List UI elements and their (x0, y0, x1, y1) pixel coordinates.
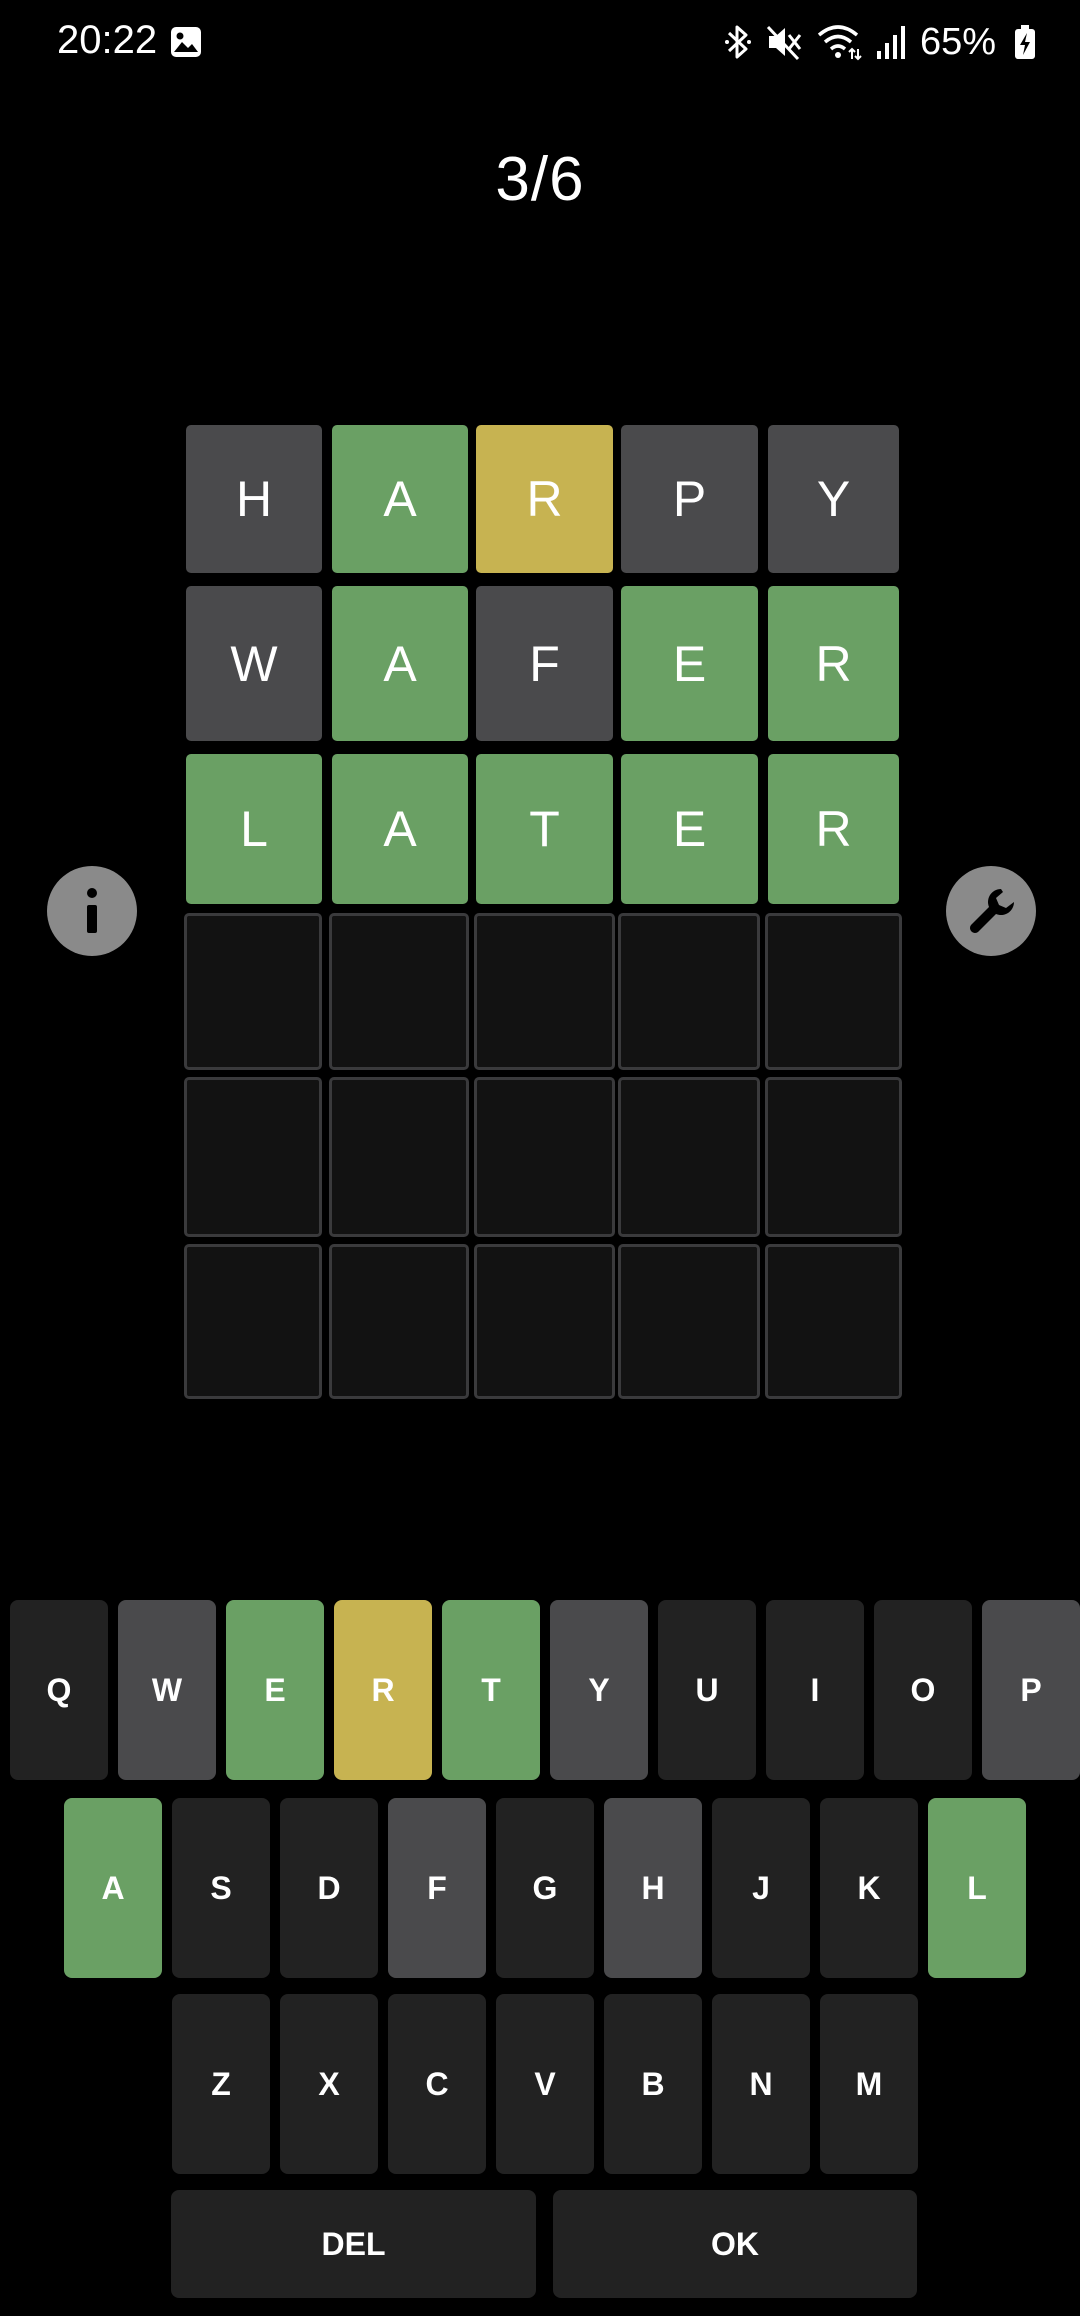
letter-tile: A (332, 425, 468, 573)
empty-tile (184, 1244, 322, 1399)
mute-icon (766, 25, 802, 61)
key-j[interactable]: J (712, 1798, 810, 1978)
key-c[interactable]: C (388, 1994, 486, 2174)
empty-tile (765, 1077, 902, 1237)
gallery-icon (171, 27, 201, 57)
empty-tile (474, 1077, 615, 1237)
key-s[interactable]: S (172, 1798, 270, 1978)
letter-tile: F (476, 586, 613, 741)
key-l[interactable]: L (928, 1798, 1026, 1978)
letter-tile: T (476, 754, 613, 904)
letter-tile: P (621, 425, 758, 573)
key-p[interactable]: P (982, 1600, 1080, 1780)
info-button[interactable] (47, 866, 137, 956)
empty-tile (618, 913, 760, 1070)
key-t[interactable]: T (442, 1600, 540, 1780)
letter-tile: L (186, 754, 322, 904)
key-f[interactable]: F (388, 1798, 486, 1978)
key-o[interactable]: O (874, 1600, 972, 1780)
empty-tile (765, 913, 902, 1070)
bluetooth-icon (724, 25, 751, 59)
key-k[interactable]: K (820, 1798, 918, 1978)
key-w[interactable]: W (118, 1600, 216, 1780)
empty-tile (184, 913, 322, 1070)
letter-tile: R (476, 425, 613, 573)
battery-charging-icon (1015, 25, 1035, 59)
letter-tile: R (768, 586, 899, 741)
wordle-app: 20:22 65% 3/6 H A R P Y W A F E R L A T … (0, 0, 1080, 2316)
key-y[interactable]: Y (550, 1600, 648, 1780)
status-bar: 20:22 65% (0, 0, 1080, 86)
empty-tile (474, 1244, 615, 1399)
key-x[interactable]: X (280, 1994, 378, 2174)
battery-percentage: 65% (919, 20, 996, 63)
wifi-icon (817, 25, 862, 61)
empty-tile (474, 913, 615, 1070)
letter-tile: H (186, 425, 322, 573)
empty-tile (329, 1244, 469, 1399)
delete-key[interactable]: DEL (171, 2190, 536, 2298)
letter-tile: R (768, 754, 899, 904)
key-v[interactable]: V (496, 1994, 594, 2174)
empty-tile (618, 1077, 760, 1237)
info-icon (87, 888, 97, 933)
status-time: 20:22 (57, 18, 158, 62)
letter-tile: A (332, 754, 468, 904)
key-b[interactable]: B (604, 1994, 702, 2174)
key-h[interactable]: H (604, 1798, 702, 1978)
empty-tile (329, 1077, 469, 1237)
settings-button[interactable] (946, 866, 1036, 956)
key-i[interactable]: I (766, 1600, 864, 1780)
key-r[interactable]: R (334, 1600, 432, 1780)
wrench-icon (970, 889, 1014, 933)
key-q[interactable]: Q (10, 1600, 108, 1780)
key-g[interactable]: G (496, 1798, 594, 1978)
ok-key[interactable]: OK (553, 2190, 917, 2298)
key-n[interactable]: N (712, 1994, 810, 2174)
guess-count-title: 3/6 (495, 145, 585, 214)
key-e[interactable]: E (226, 1600, 324, 1780)
key-m[interactable]: M (820, 1994, 918, 2174)
status-icons: 65% (724, 18, 1036, 66)
signal-icon (876, 26, 905, 59)
letter-tile: Y (768, 425, 899, 573)
letter-tile: A (332, 586, 468, 741)
letter-tile: W (186, 586, 322, 741)
empty-tile (765, 1244, 902, 1399)
empty-tile (184, 1077, 322, 1237)
empty-tile (329, 913, 469, 1070)
letter-tile: E (621, 586, 758, 741)
empty-tile (618, 1244, 760, 1399)
key-a[interactable]: A (64, 1798, 162, 1978)
letter-tile: E (621, 754, 758, 904)
key-u[interactable]: U (658, 1600, 756, 1780)
key-z[interactable]: Z (172, 1994, 270, 2174)
key-d[interactable]: D (280, 1798, 378, 1978)
